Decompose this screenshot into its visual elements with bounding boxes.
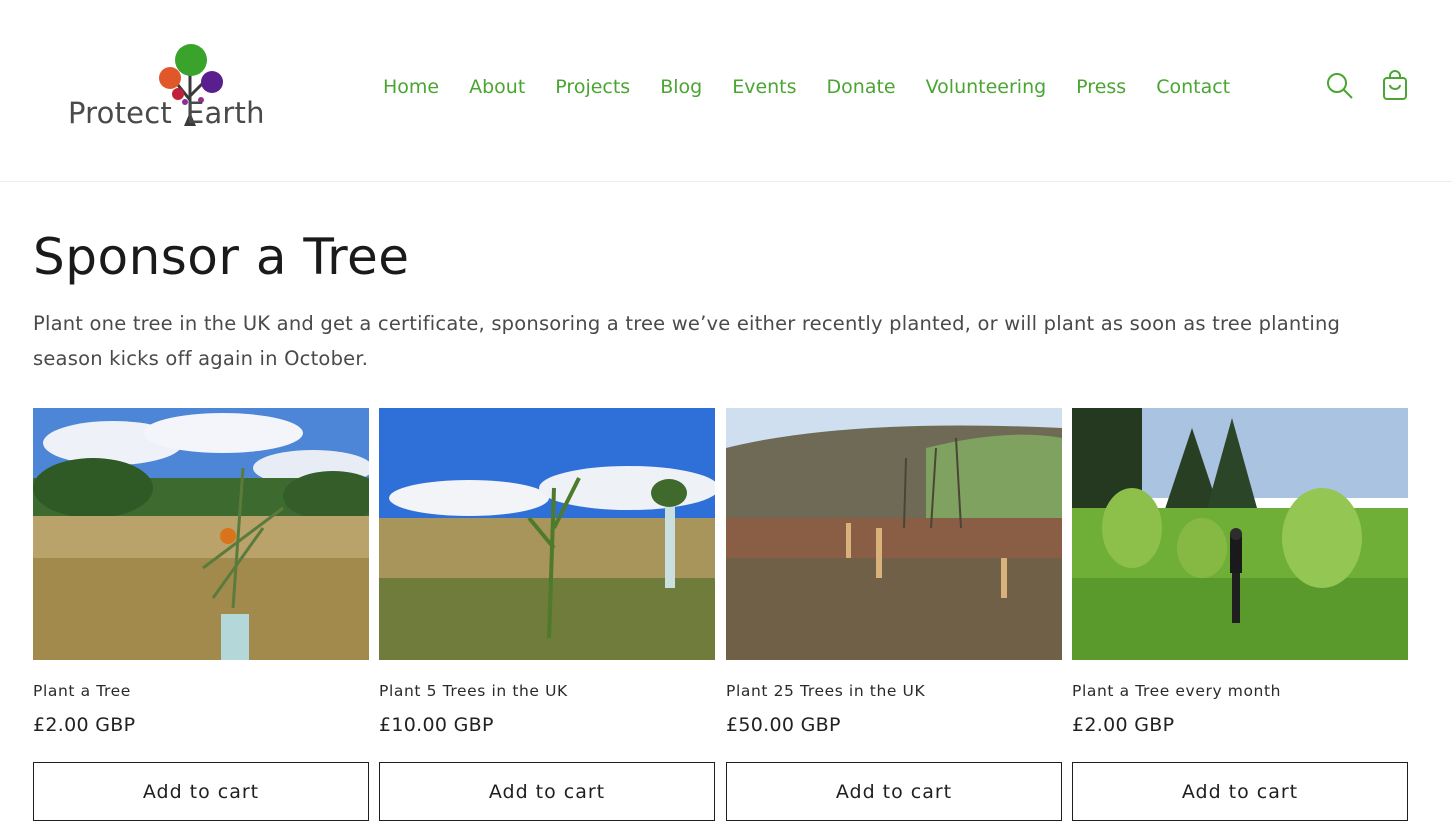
product-card: Plant 25 Trees in the UK £50.00 GBP Add … bbox=[726, 408, 1062, 821]
add-to-cart-button[interactable]: Add to cart bbox=[33, 762, 369, 821]
nav-item-contact[interactable]: Contact bbox=[1141, 76, 1245, 98]
search-icon bbox=[1327, 73, 1353, 99]
product-title[interactable]: Plant a Tree bbox=[33, 682, 131, 700]
nav-item-donate[interactable]: Donate bbox=[812, 76, 911, 98]
page-description: Plant one tree in the UK and get a certi… bbox=[33, 312, 1341, 370]
nav-item-press[interactable]: Press bbox=[1061, 76, 1141, 98]
cart-icon bbox=[1383, 70, 1407, 100]
product-card: Plant a Tree every month £2.00 GBP Add t… bbox=[1072, 408, 1408, 821]
product-price: £2.00 GBP bbox=[33, 714, 136, 736]
product-title[interactable]: Plant 25 Trees in the UK bbox=[726, 682, 925, 700]
page-title: Sponsor a Tree bbox=[33, 228, 410, 286]
logo-text: Protect Earth bbox=[68, 96, 265, 130]
product-image[interactable] bbox=[1072, 408, 1408, 660]
product-image[interactable] bbox=[726, 408, 1062, 660]
hillside-saplings-photo-icon bbox=[379, 408, 715, 660]
woodland-planting-photo-icon bbox=[726, 408, 1062, 660]
nav-item-about[interactable]: About bbox=[454, 76, 540, 98]
product-card: Plant 5 Trees in the UK £10.00 GBP Add t… bbox=[379, 408, 715, 821]
cart-button[interactable] bbox=[1380, 70, 1410, 102]
add-to-cart-button[interactable]: Add to cart bbox=[379, 762, 715, 821]
nav-item-home[interactable]: Home bbox=[368, 76, 454, 98]
logo[interactable]: Protect Earth bbox=[62, 40, 298, 135]
product-title[interactable]: Plant a Tree every month bbox=[1072, 682, 1281, 700]
product-price: £50.00 GBP bbox=[726, 714, 841, 736]
main-nav: Home About Projects Blog Events Donate V… bbox=[368, 72, 1245, 102]
search-button[interactable] bbox=[1325, 70, 1355, 102]
meadow-photo-icon bbox=[33, 408, 369, 660]
nav-item-events[interactable]: Events bbox=[717, 76, 811, 98]
orchard-photo-icon bbox=[1072, 408, 1408, 660]
nav-item-volunteering[interactable]: Volunteering bbox=[911, 76, 1062, 98]
logo-text-part1: Protect bbox=[68, 96, 172, 130]
site-header: Protect Earth Home About Projects Blog Ev… bbox=[0, 0, 1452, 182]
add-to-cart-button[interactable]: Add to cart bbox=[726, 762, 1062, 821]
logo-text-part2: Earth bbox=[185, 96, 265, 130]
product-price: £10.00 GBP bbox=[379, 714, 494, 736]
nav-item-blog[interactable]: Blog bbox=[645, 76, 717, 98]
add-to-cart-button[interactable]: Add to cart bbox=[1072, 762, 1408, 821]
nav-item-projects[interactable]: Projects bbox=[540, 76, 645, 98]
product-card: Plant a Tree £2.00 GBP Add to cart bbox=[33, 408, 369, 821]
product-title[interactable]: Plant 5 Trees in the UK bbox=[379, 682, 568, 700]
product-price: £2.00 GBP bbox=[1072, 714, 1175, 736]
product-image[interactable] bbox=[379, 408, 715, 660]
product-image[interactable] bbox=[33, 408, 369, 660]
